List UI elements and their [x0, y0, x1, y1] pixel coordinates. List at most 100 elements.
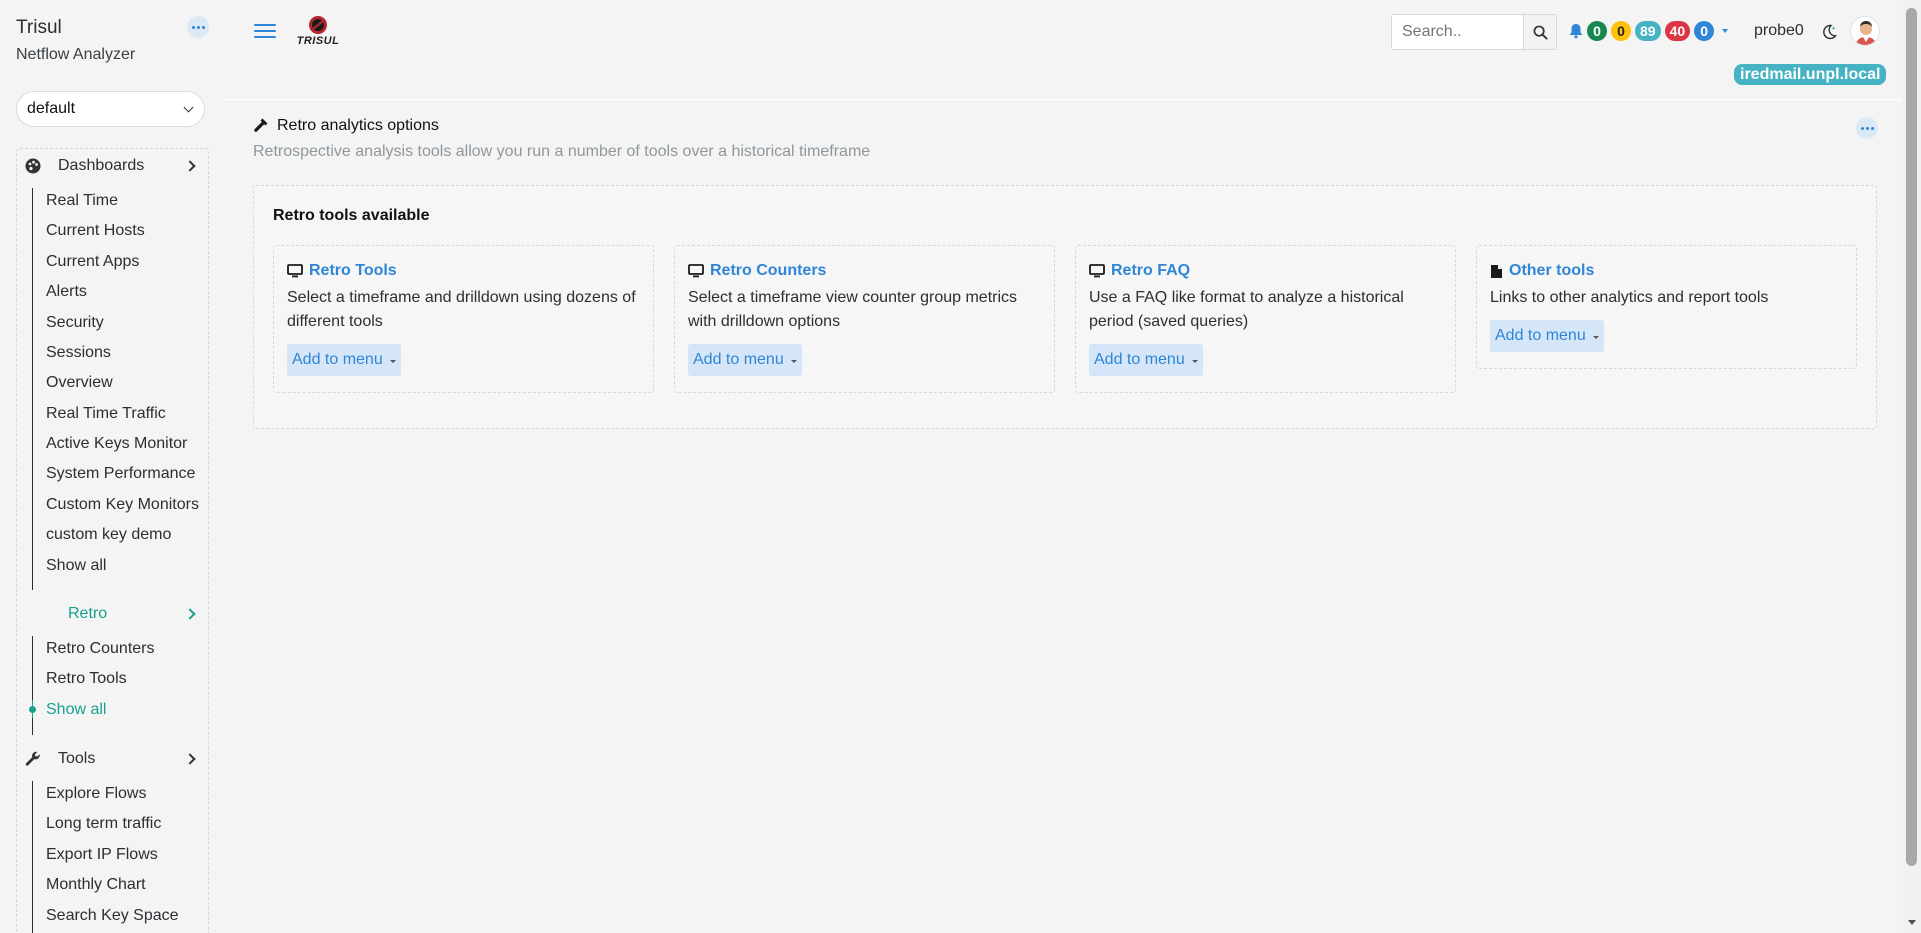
- nav-item-alerts[interactable]: Alerts: [46, 283, 87, 301]
- workspace-select[interactable]: default: [16, 91, 205, 127]
- nav-item-active-keys-monitor[interactable]: Active Keys Monitor: [46, 435, 187, 453]
- page-more-button[interactable]: [1856, 117, 1878, 139]
- add-to-menu-label: Add to menu: [1094, 351, 1185, 368]
- top-bar: TRISUL 0 0 89 40 0 probe0 iredmail.unpl.…: [224, 0, 1903, 99]
- card-title-link[interactable]: Retro Counters: [710, 262, 826, 280]
- chevron-right-icon: [184, 160, 196, 172]
- chevron-down-icon: [183, 102, 194, 112]
- menu-toggle-icon[interactable]: [254, 24, 276, 40]
- card-retro-counters: Retro Counters Select a timeframe view c…: [674, 245, 1055, 393]
- nav-item-export-ip-flows[interactable]: Export IP Flows: [46, 846, 158, 864]
- brand-title: Trisul: [16, 17, 62, 38]
- sidebar: Trisul Netflow Analyzer default Dashboar…: [0, 0, 224, 933]
- palette-icon: [24, 157, 42, 175]
- search-box: [1391, 14, 1557, 50]
- retro-tools-panel: Retro tools available Retro Tools Select…: [253, 185, 1877, 429]
- scrollbar-thumb[interactable]: [1906, 8, 1917, 866]
- card-retro-faq: Retro FAQ Use a FAQ like format to analy…: [1075, 245, 1456, 393]
- topbar-divider: [224, 99, 1903, 100]
- page-title: Retro analytics options: [277, 117, 439, 134]
- scroll-down-arrow-icon[interactable]: [1908, 920, 1916, 925]
- card-description: Use a FAQ like format to analyze a histo…: [1089, 289, 1404, 330]
- add-to-menu-label: Add to menu: [1495, 327, 1586, 344]
- workspace-select-value: default: [27, 100, 76, 117]
- badge-alerts-red: 40: [1664, 21, 1691, 41]
- nav-item-custom-key-demo[interactable]: custom key demo: [46, 526, 171, 544]
- logo-emblem-icon: [308, 15, 328, 35]
- nav-item-monthly-chart[interactable]: Monthly Chart: [46, 876, 146, 894]
- notification-badges[interactable]: 0 0 89 40 0: [1569, 21, 1729, 41]
- file-icon: [1491, 264, 1502, 278]
- add-to-menu-label: Add to menu: [292, 351, 383, 368]
- monitor-icon: [287, 264, 303, 278]
- ellipsis-icon: [191, 25, 205, 29]
- nav-tree-line: [32, 636, 33, 735]
- nav-item-dashboards-show-all[interactable]: Show all: [46, 557, 106, 575]
- add-to-menu-label: Add to menu: [693, 351, 784, 368]
- page-header: Retro analytics options: [253, 117, 439, 135]
- nav-item-retro-show-all[interactable]: Show all: [46, 701, 106, 719]
- card-retro-tools: Retro Tools Select a timeframe and drill…: [273, 245, 654, 393]
- nav-item-sessions[interactable]: Sessions: [46, 344, 111, 362]
- active-indicator-dot: [29, 706, 36, 713]
- card-title-link[interactable]: Retro FAQ: [1111, 262, 1190, 280]
- nav-group-label: Dashboards: [58, 157, 145, 174]
- nav-group-label: Retro: [68, 605, 108, 622]
- add-to-menu-button[interactable]: Add to menu: [1089, 344, 1203, 376]
- caret-down-icon: [1592, 335, 1599, 339]
- add-to-menu-button[interactable]: Add to menu: [688, 344, 802, 376]
- panel-title: Retro tools available: [273, 207, 430, 224]
- nav-tree-line: [32, 781, 33, 933]
- nav-group-label: Tools: [58, 750, 96, 767]
- user-avatar[interactable]: [1850, 16, 1880, 46]
- monitor-icon: [1089, 264, 1105, 278]
- trisul-logo[interactable]: TRISUL: [290, 15, 346, 51]
- nav-group-retro[interactable]: Retro: [24, 597, 204, 631]
- nav-item-search-key-space[interactable]: Search Key Space: [46, 907, 179, 925]
- nav-item-real-time-traffic[interactable]: Real Time Traffic: [46, 405, 166, 423]
- nav-group-dashboards[interactable]: Dashboards: [24, 149, 204, 183]
- add-to-menu-button[interactable]: Add to menu: [287, 344, 401, 376]
- card-description: Links to other analytics and report tool…: [1490, 289, 1769, 306]
- card-description: Select a timeframe and drilldown using d…: [287, 289, 636, 330]
- badge-alerts-cyan: 89: [1635, 21, 1661, 41]
- theme-toggle-moon-icon[interactable]: [1820, 23, 1838, 41]
- caret-down-icon: [790, 359, 797, 363]
- badge-alerts-yellow: 0: [1611, 21, 1631, 41]
- search-icon: [1533, 25, 1548, 40]
- host-badge: iredmail.unpl.local: [1734, 64, 1887, 85]
- logo-wordmark: TRISUL: [296, 35, 340, 47]
- brand-subtitle: Netflow Analyzer: [16, 46, 136, 63]
- wrench-icon: [24, 750, 42, 768]
- nav-item-retro-tools[interactable]: Retro Tools: [46, 670, 127, 688]
- nav-item-current-hosts[interactable]: Current Hosts: [46, 222, 145, 240]
- card-title-link[interactable]: Other tools: [1509, 262, 1594, 280]
- nav-item-real-time[interactable]: Real Time: [46, 192, 118, 210]
- add-to-menu-button[interactable]: Add to menu: [1490, 320, 1604, 352]
- chevron-right-icon: [184, 608, 196, 620]
- probe-selector[interactable]: probe0: [1754, 22, 1804, 40]
- caret-down-icon: [1722, 29, 1729, 33]
- nav-item-overview[interactable]: Overview: [46, 374, 113, 392]
- page-description: Retrospective analysis tools allow you r…: [253, 143, 871, 160]
- hammer-icon: [254, 118, 268, 132]
- search-button[interactable]: [1523, 15, 1556, 49]
- nav-item-long-term-traffic[interactable]: Long term traffic: [46, 815, 161, 833]
- caret-down-icon: [389, 359, 396, 363]
- sidebar-more-button[interactable]: [187, 16, 209, 38]
- chevron-right-icon: [184, 753, 196, 765]
- nav-item-custom-key-monitors[interactable]: Custom Key Monitors: [46, 496, 199, 514]
- nav-item-explore-flows[interactable]: Explore Flows: [46, 785, 146, 803]
- badge-alerts-blue: 0: [1694, 21, 1715, 41]
- nav-group-tools[interactable]: Tools: [24, 742, 204, 776]
- nav-item-system-performance[interactable]: System Performance: [46, 465, 195, 483]
- nav-item-current-apps[interactable]: Current Apps: [46, 253, 139, 271]
- search-input[interactable]: [1392, 15, 1523, 49]
- nav-item-retro-counters[interactable]: Retro Counters: [46, 640, 155, 658]
- caret-down-icon: [1191, 359, 1198, 363]
- ellipsis-icon: [1860, 126, 1874, 130]
- badge-alerts-green: 0: [1587, 21, 1607, 41]
- card-description: Select a timeframe view counter group me…: [688, 289, 1018, 330]
- nav-item-security[interactable]: Security: [46, 314, 104, 332]
- card-title-link[interactable]: Retro Tools: [309, 262, 397, 280]
